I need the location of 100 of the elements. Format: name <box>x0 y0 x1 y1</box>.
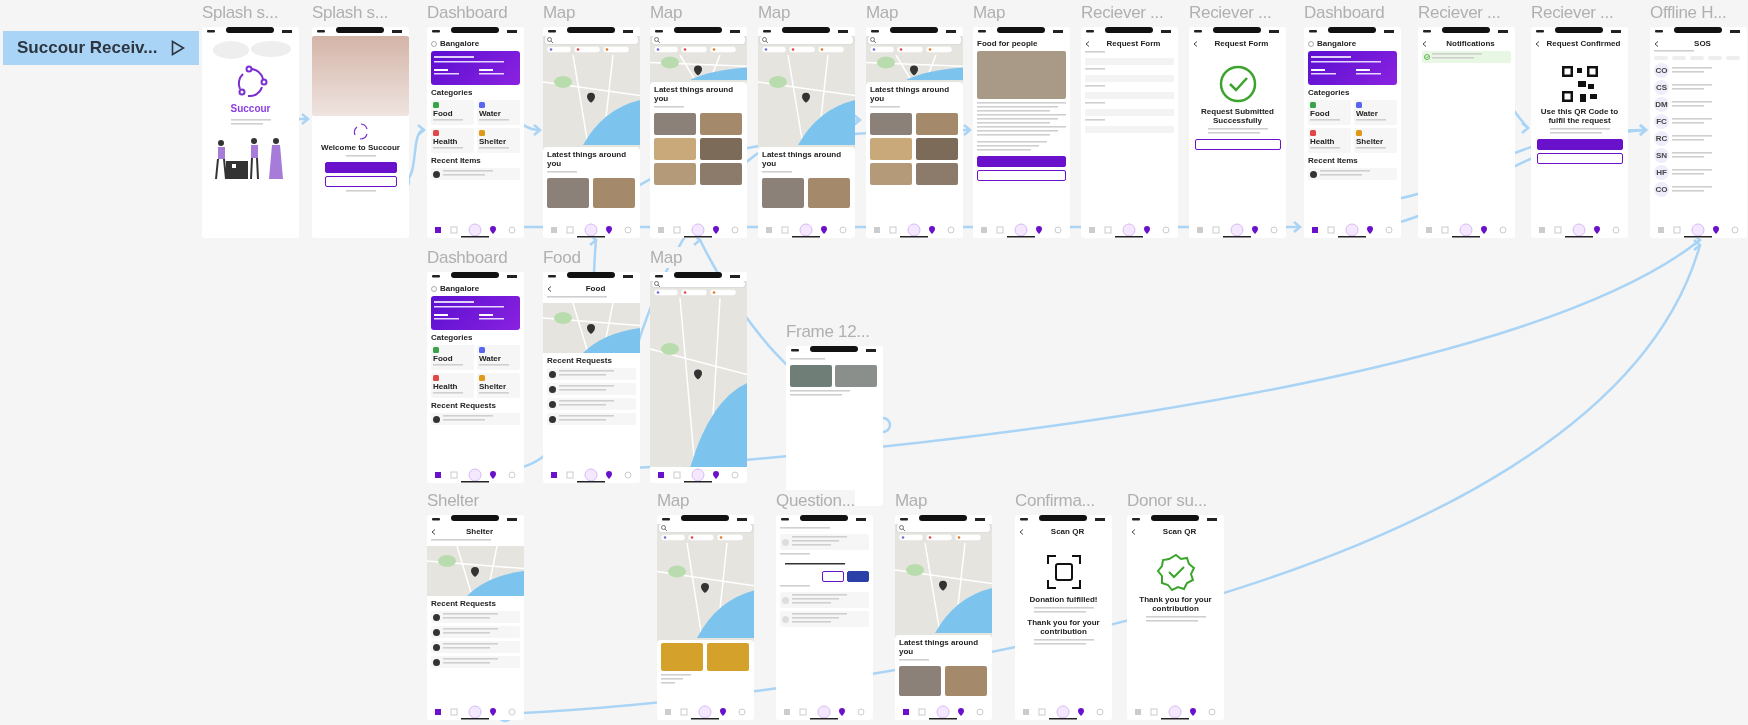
category-tile[interactable]: Water <box>477 100 520 125</box>
text-lines-drawing <box>443 613 498 621</box>
secondary-button[interactable] <box>822 571 844 582</box>
text-lines-drawing <box>479 147 509 151</box>
screen-title: SOS <box>1693 39 1712 48</box>
text-lines-drawing <box>479 119 509 123</box>
location-icon <box>431 40 437 47</box>
search-field[interactable] <box>545 36 638 44</box>
verified-badge-icon <box>1155 552 1196 592</box>
screen-title: Latest things around you <box>654 85 735 103</box>
location-icon <box>1308 40 1314 47</box>
text-lines-drawing <box>1356 119 1386 123</box>
text-lines-drawing <box>1654 50 1694 54</box>
photo-placeholder <box>790 365 832 387</box>
back-icon[interactable] <box>1193 40 1198 47</box>
photo-placeholder <box>870 138 912 160</box>
text-lines-drawing <box>1672 134 1712 143</box>
category-label: Health <box>433 137 459 146</box>
category-tile[interactable]: Food <box>1308 100 1351 125</box>
screen-title: Categories <box>431 88 474 97</box>
text-lines-drawing <box>443 643 498 651</box>
screen-title: Food <box>584 284 607 293</box>
text-lines-drawing <box>792 613 847 625</box>
photo-placeholder <box>700 138 742 160</box>
request-row[interactable] <box>547 413 636 425</box>
search-field[interactable] <box>897 524 990 532</box>
category-icon <box>479 347 485 353</box>
back-icon[interactable] <box>1085 40 1090 47</box>
photo-placeholder <box>654 138 696 160</box>
contact-avatar: HF <box>1654 165 1669 180</box>
text-lines-drawing <box>431 539 491 543</box>
flow-start-button[interactable]: Succour Receiv... <box>3 31 199 65</box>
search-field[interactable] <box>868 36 961 44</box>
text-lines-drawing <box>654 106 684 110</box>
search-icon <box>870 37 876 43</box>
text-lines-drawing <box>559 415 614 423</box>
category-tile[interactable]: Health <box>1308 128 1351 153</box>
back-icon[interactable] <box>1131 528 1136 535</box>
back-icon[interactable] <box>431 528 436 535</box>
text-lines-drawing <box>899 659 929 663</box>
location-icon <box>431 285 437 292</box>
search-icon <box>547 37 553 43</box>
screen-title: Latest things around you <box>762 150 843 168</box>
search-icon <box>661 525 667 531</box>
category-tile[interactable]: Shelter <box>477 373 520 398</box>
request-row[interactable] <box>431 641 520 653</box>
text-lines-drawing <box>433 119 463 123</box>
category-tile[interactable]: Shelter <box>1354 128 1397 153</box>
search-field[interactable] <box>760 36 853 44</box>
request-row[interactable] <box>547 383 636 395</box>
photo-placeholder <box>916 163 958 185</box>
search-field[interactable] <box>652 281 745 287</box>
text-lines-drawing <box>1672 83 1712 92</box>
request-row[interactable] <box>431 611 520 623</box>
category-tile[interactable]: Food <box>431 100 474 125</box>
secondary-button[interactable] <box>1536 153 1623 164</box>
back-icon[interactable] <box>1535 40 1540 47</box>
category-tile[interactable]: Food <box>431 345 474 370</box>
request-row[interactable] <box>547 368 636 380</box>
text-lines-drawing <box>1549 128 1610 136</box>
request-row[interactable] <box>431 626 520 638</box>
search-icon <box>762 37 768 43</box>
category-label: Shelter <box>479 137 508 146</box>
back-icon[interactable] <box>1422 40 1427 47</box>
category-label: Water <box>479 109 502 118</box>
back-icon[interactable] <box>547 285 552 292</box>
screen-title: Latest things around you <box>870 85 951 103</box>
message-text: Use this QR Code to fulfil the request <box>1539 107 1620 125</box>
category-label: Food <box>433 354 454 363</box>
secondary-button[interactable] <box>977 170 1066 181</box>
text-lines-drawing <box>1432 53 1482 61</box>
text-lines-drawing <box>1085 119 1105 123</box>
logo-icon <box>351 122 370 140</box>
category-icon <box>1356 130 1362 136</box>
qr-code-icon <box>1559 64 1600 104</box>
request-row[interactable] <box>547 398 636 410</box>
back-icon[interactable] <box>1654 40 1659 47</box>
back-home-button[interactable] <box>1194 139 1281 150</box>
category-tile[interactable]: Health <box>431 128 474 153</box>
text-lines-drawing <box>345 190 376 194</box>
category-tile[interactable]: Water <box>1354 100 1397 125</box>
request-row[interactable] <box>431 656 520 668</box>
category-tile[interactable]: Shelter <box>477 128 520 153</box>
photo-placeholder <box>835 365 877 387</box>
photo-placeholder <box>762 178 804 208</box>
screen-title: Recent Requests <box>431 599 497 608</box>
photo-placeholder <box>700 163 742 185</box>
category-tile[interactable]: Health <box>431 373 474 398</box>
text-lines-drawing <box>1672 66 1712 75</box>
search-field[interactable] <box>652 36 745 44</box>
login-button[interactable] <box>324 176 397 187</box>
category-icon <box>433 375 439 381</box>
search-field[interactable] <box>659 524 752 532</box>
photo-placeholder <box>945 666 987 696</box>
text-lines-drawing <box>1672 185 1712 194</box>
category-icon <box>479 102 485 108</box>
back-icon[interactable] <box>1019 528 1024 535</box>
text-lines-drawing <box>1207 128 1268 136</box>
category-tile[interactable]: Water <box>477 345 520 370</box>
screen-title: Request Form <box>1105 39 1162 48</box>
